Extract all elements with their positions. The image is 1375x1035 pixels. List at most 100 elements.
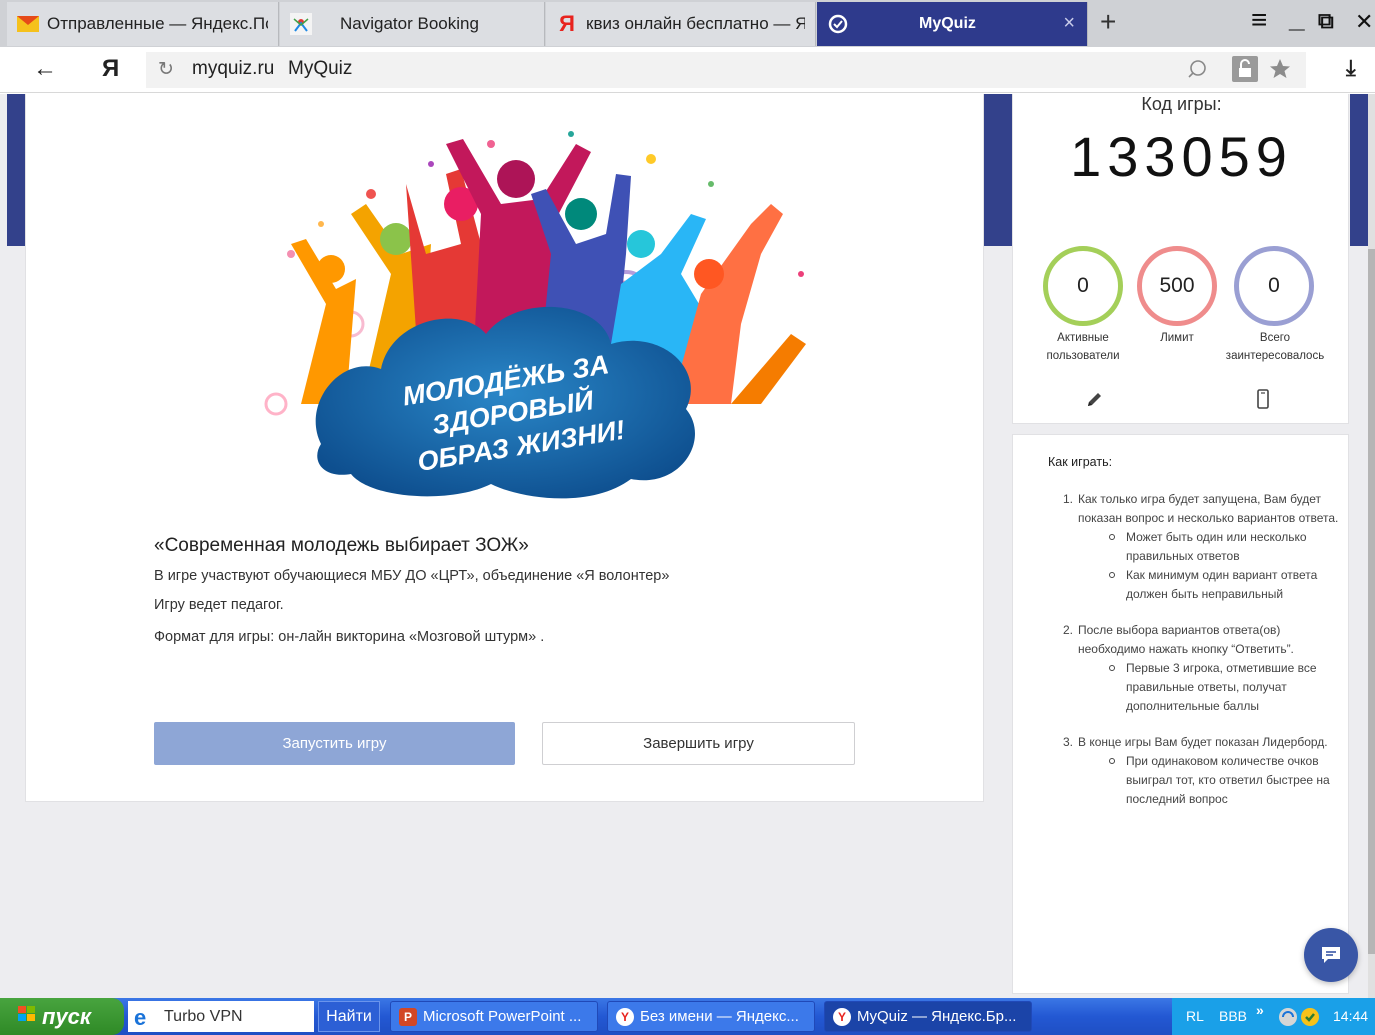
- interested-label: Всего заинтересовалось: [1214, 329, 1336, 365]
- list-subitem-text: Как минимум один вариант ответа должен б…: [1126, 568, 1318, 601]
- list-subitem: При одинаковом количестве очков выиграл …: [1078, 752, 1343, 809]
- windows-flag-icon: [18, 1006, 36, 1027]
- quiz-card: МОЛОДЁЖЬ ЗА ЗДОРОВЫЙ ОБРАЗ ЖИЗНИ! «Совре…: [25, 94, 984, 802]
- quicklaunch-turbo-vpn[interactable]: e Turbo VPN: [128, 1001, 314, 1032]
- taskbar-item-label: Microsoft PowerPoint ...: [423, 1008, 582, 1025]
- close-window-icon[interactable]: ✕: [1355, 9, 1373, 35]
- quiz-description-line: Формат для игры: он-лайн викторина «Мозг…: [154, 629, 545, 645]
- bullet-icon: [1109, 758, 1115, 764]
- back-arrow-icon[interactable]: ←: [33, 55, 57, 83]
- mobile-device-icon[interactable]: [1253, 389, 1273, 409]
- myquiz-favicon-icon: [827, 13, 849, 35]
- address-bar: ← Я ↻ myquiz.ru MyQuiz ⤓: [0, 47, 1375, 93]
- list-subitem: Может быть один или несколько правильных…: [1078, 528, 1343, 566]
- header-band: [7, 94, 25, 246]
- stat-label-line: Всего: [1259, 332, 1291, 344]
- chat-button[interactable]: [1304, 928, 1358, 982]
- windows-taskbar: пуск e Turbo VPN Найти P Microsoft Power…: [0, 998, 1375, 1035]
- quiz-description-line: В игре участвуют обучающиеся МБУ ДО «ЦРТ…: [154, 568, 670, 584]
- end-game-button[interactable]: Завершить игру: [542, 722, 855, 765]
- quiz-title: «Современная молодежь выбирает ЗОЖ»: [154, 535, 529, 556]
- yandex-home-icon[interactable]: Я: [102, 55, 119, 83]
- how-to-play-title: Как играть:: [1048, 455, 1113, 469]
- taskbar-item-powerpoint[interactable]: P Microsoft PowerPoint ...: [390, 1001, 598, 1032]
- find-button[interactable]: Найти: [318, 1001, 380, 1032]
- chat-bubble-icon: [1322, 947, 1340, 963]
- start-button[interactable]: пуск: [0, 998, 124, 1035]
- keyboard-indicator[interactable]: BBB: [1219, 1008, 1247, 1024]
- restore-window-icon[interactable]: ⧉: [1318, 8, 1334, 34]
- game-code-value: 133059: [1070, 125, 1293, 188]
- tray-expand-chevron[interactable]: »: [1256, 1002, 1264, 1018]
- active-users-counter: 0: [1043, 246, 1123, 326]
- reload-icon[interactable]: ↻: [158, 58, 174, 81]
- downloads-icon[interactable]: ⤓: [1346, 55, 1356, 81]
- language-indicator[interactable]: RL: [1186, 1008, 1204, 1024]
- stat-label-line: пользователи: [1046, 350, 1120, 362]
- browser-menu-icon[interactable]: ≡: [1251, 4, 1267, 36]
- system-tray: RL BBB » 14:44: [1172, 998, 1375, 1035]
- bullet-icon: [1109, 572, 1115, 578]
- list-item: 1. Как только игра будет запущена, Вам б…: [1048, 490, 1343, 604]
- lock-protect-icon[interactable]: [1232, 56, 1258, 82]
- list-item: 3. В конце игры Вам будет показан Лидерб…: [1048, 733, 1343, 809]
- stat-label-line: Активные: [1057, 332, 1109, 344]
- list-item-number: 2.: [1063, 623, 1074, 637]
- mail-envelope-icon: [17, 13, 39, 35]
- taskbar-item-myquiz[interactable]: Y MyQuiz — Яндекс.Бр...: [824, 1001, 1032, 1032]
- header-band: [1350, 94, 1368, 246]
- tab-close-icon[interactable]: ×: [1063, 12, 1075, 35]
- start-game-button[interactable]: Запустить игру: [154, 722, 515, 765]
- network-tray-icon[interactable]: [1278, 1007, 1298, 1030]
- stat-label-line: заинтересовалось: [1225, 350, 1325, 362]
- limit-counter: 500: [1137, 246, 1217, 326]
- url-domain[interactable]: myquiz.ru: [192, 58, 274, 80]
- list-item-text: После выбора вариантов ответа(ов) необхо…: [1078, 623, 1294, 656]
- edit-pencil-icon[interactable]: [1085, 389, 1105, 409]
- translate-icon[interactable]: [1186, 58, 1208, 85]
- powerpoint-icon: P: [399, 1007, 417, 1026]
- yandex-browser-icon: Y: [833, 1007, 851, 1026]
- tab-myquiz[interactable]: MyQuiz ×: [817, 2, 1088, 46]
- tab-mail-sent[interactable]: Отправленные — Яндекс.Пс: [7, 2, 279, 46]
- limit-label: Лимит: [1137, 329, 1217, 347]
- list-subitem-text: Может быть один или несколько правильных…: [1126, 530, 1307, 563]
- minimize-icon[interactable]: _: [1289, 2, 1305, 34]
- taskbar-item-label: MyQuiz — Яндекс.Бр...: [857, 1008, 1017, 1025]
- list-item-number: 1.: [1063, 492, 1074, 506]
- how-to-play-card: Как играть: 1. Как только игра будет зап…: [1012, 434, 1349, 994]
- list-item-text: В конце игры Вам будет показан Лидерборд…: [1078, 735, 1328, 749]
- tab-navigator-label: Navigator Booking: [340, 14, 479, 33]
- game-code-label: Код игры:: [1141, 94, 1222, 114]
- yandex-browser-icon: Y: [616, 1007, 634, 1026]
- stat-label-line: Лимит: [1160, 332, 1194, 344]
- list-item: 2. После выбора вариантов ответа(ов) нео…: [1048, 621, 1343, 716]
- page-scrollbar-thumb[interactable]: [1368, 249, 1375, 954]
- tab-quiz-search[interactable]: Я квиз онлайн бесплатно — Я: [546, 2, 816, 46]
- browser-tab-strip: Отправленные — Яндекс.Пс Navigator Booki…: [0, 0, 1375, 47]
- bookmark-star-icon[interactable]: [1268, 57, 1292, 86]
- header-band: [984, 94, 1012, 246]
- security-tray-icon[interactable]: [1300, 1007, 1320, 1030]
- start-label: пуск: [42, 1003, 92, 1029]
- quicklaunch-label: Turbo VPN: [164, 1007, 243, 1025]
- url-page-title[interactable]: MyQuiz: [288, 58, 352, 80]
- tab-mail-label: Отправленные — Яндекс.Пс: [47, 14, 268, 33]
- list-subitem-text: Первые 3 игрока, отметившие все правильн…: [1126, 661, 1317, 713]
- tab-navigator-booking[interactable]: Navigator Booking: [280, 2, 545, 46]
- browser-e-icon: e: [134, 1005, 147, 1030]
- list-subitem: Как минимум один вариант ответа должен б…: [1078, 566, 1343, 604]
- taskbar-item-yandex-untitled[interactable]: Y Без имени — Яндекс...: [607, 1001, 815, 1032]
- clock[interactable]: 14:44: [1333, 1008, 1368, 1024]
- active-users-label: Активные пользователи: [1033, 329, 1133, 365]
- quiz-banner-image: МОЛОДЁЖЬ ЗА ЗДОРОВЫЙ ОБРАЗ ЖИЗНИ!: [264, 131, 806, 499]
- list-subitem-text: При одинаковом количестве очков выиграл …: [1126, 754, 1330, 806]
- quiz-description-line: Игру ведет педагог.: [154, 597, 284, 613]
- new-tab-button[interactable]: +: [1100, 6, 1116, 38]
- list-subitem: Первые 3 игрока, отметившие все правильн…: [1078, 659, 1343, 716]
- taskbar-item-label: Без имени — Яндекс...: [640, 1008, 799, 1025]
- game-code-card: Код игры: 133059 0 500 0 Активные пользо…: [1012, 94, 1349, 424]
- how-to-play-list: 1. Как только игра будет запущена, Вам б…: [1048, 490, 1343, 826]
- bullet-icon: [1109, 665, 1115, 671]
- tab-quiz-search-label: квиз онлайн бесплатно — Я: [586, 14, 805, 33]
